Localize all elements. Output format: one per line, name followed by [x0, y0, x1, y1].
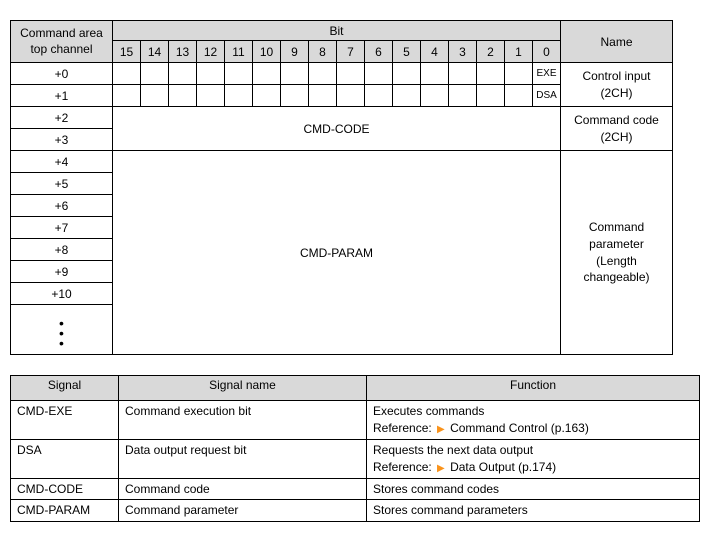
- sig-row-dsa: DSA Data output request bit Requests the…: [11, 439, 700, 478]
- name-control-line2: (2CH): [601, 86, 633, 100]
- hdr-bit-8: 8: [309, 41, 337, 63]
- hdr-top-channel-line1: Command area: [20, 26, 103, 40]
- offset-5: +5: [11, 173, 113, 195]
- sig-cmd-param: CMD-PARAM: [11, 500, 119, 522]
- cmd-code-block: CMD-CODE: [113, 107, 561, 151]
- hdr-bit-7: 7: [337, 41, 365, 63]
- hdr-bit-10: 10: [253, 41, 281, 63]
- signame-dsa: Data output request bit: [119, 439, 367, 478]
- func-cmd-code: Stores command codes: [367, 478, 700, 500]
- offset-1: +1: [11, 85, 113, 107]
- offset-0: +0: [11, 63, 113, 85]
- name-control-input: Control input (2CH): [561, 63, 673, 107]
- name-command-code: Command code (2CH): [561, 107, 673, 151]
- signame-cmd-code: Command code: [119, 478, 367, 500]
- cell-dsa: DSA: [533, 85, 561, 107]
- hdr-bit-9: 9: [281, 41, 309, 63]
- offset-8: +8: [11, 239, 113, 261]
- name-code-line1: Command code: [574, 113, 659, 127]
- hdr-bit-6: 6: [365, 41, 393, 63]
- name-command-parameter: Command parameter (Length changeable): [561, 151, 673, 355]
- sig-row-cmd-param: CMD-PARAM Command parameter Stores comma…: [11, 500, 700, 522]
- hdr-function: Function: [367, 376, 700, 401]
- hdr-bit-3: 3: [449, 41, 477, 63]
- hdr-bit-5: 5: [393, 41, 421, 63]
- name-code-line2: (2CH): [601, 130, 633, 144]
- hdr-bit-0: 0: [533, 41, 561, 63]
- hdr-bit-13: 13: [169, 41, 197, 63]
- func-cmd-exe: Executes commands Reference: ▶ Command C…: [367, 401, 700, 440]
- signal-table: Signal Signal name Function CMD-EXE Comm…: [10, 375, 700, 522]
- offset-7: +7: [11, 217, 113, 239]
- hdr-name: Name: [561, 21, 673, 63]
- func-dsa-line1: Requests the next data output: [373, 443, 533, 457]
- signame-cmd-param: Command parameter: [119, 500, 367, 522]
- hdr-top-channel: Command area top channel: [11, 21, 113, 63]
- offset-4: +4: [11, 151, 113, 173]
- func-cmd-exe-line1: Executes commands: [373, 404, 484, 418]
- offset-9: +9: [11, 261, 113, 283]
- offset-2: +2: [11, 107, 113, 129]
- hdr-bit-11: 11: [225, 41, 253, 63]
- name-param-line3: (Length: [596, 254, 637, 268]
- hdr-top-channel-line2: top channel: [30, 42, 92, 56]
- func-cmd-param: Stores command parameters: [367, 500, 700, 522]
- bullet-icon: ▶: [437, 462, 445, 476]
- func-dsa-ref-text: Data Output (p.174): [450, 460, 556, 474]
- sig-row-cmd-exe: CMD-EXE Command execution bit Executes c…: [11, 401, 700, 440]
- hdr-sig-name: Signal name: [119, 376, 367, 401]
- func-cmd-exe-ref-text: Command Control (p.163): [450, 421, 589, 435]
- sig-dsa: DSA: [11, 439, 119, 478]
- sig-row-cmd-code: CMD-CODE Command code Stores command cod…: [11, 478, 700, 500]
- hdr-bit-15: 15: [113, 41, 141, 63]
- sig-cmd-code: CMD-CODE: [11, 478, 119, 500]
- hdr-bit-14: 14: [141, 41, 169, 63]
- offset-6: +6: [11, 195, 113, 217]
- bullet-icon: ▶: [437, 423, 445, 437]
- func-cmd-exe-ref-label: Reference:: [373, 421, 432, 435]
- hdr-bit-super: Bit: [113, 21, 561, 41]
- signame-cmd-exe: Command execution bit: [119, 401, 367, 440]
- name-param-line2: parameter: [589, 237, 644, 251]
- hdr-bit-1: 1: [505, 41, 533, 63]
- cmd-param-block: CMD-PARAM: [113, 151, 561, 355]
- hdr-signal: Signal: [11, 376, 119, 401]
- offset-3: +3: [11, 129, 113, 151]
- hdr-bit-4: 4: [421, 41, 449, 63]
- hdr-bit-12: 12: [197, 41, 225, 63]
- func-dsa-ref-label: Reference:: [373, 460, 432, 474]
- sig-cmd-exe: CMD-EXE: [11, 401, 119, 440]
- name-param-line4: changeable): [583, 270, 649, 284]
- hdr-bit-2: 2: [477, 41, 505, 63]
- name-control-line1: Control input: [582, 69, 650, 83]
- name-param-line1: Command: [589, 220, 644, 234]
- offset-dots: •••: [11, 305, 113, 355]
- bit-allocation-table: Command area top channel Bit Name 15 14 …: [10, 20, 673, 355]
- offset-10: +10: [11, 283, 113, 305]
- func-dsa: Requests the next data output Reference:…: [367, 439, 700, 478]
- cell-exe: EXE: [533, 63, 561, 85]
